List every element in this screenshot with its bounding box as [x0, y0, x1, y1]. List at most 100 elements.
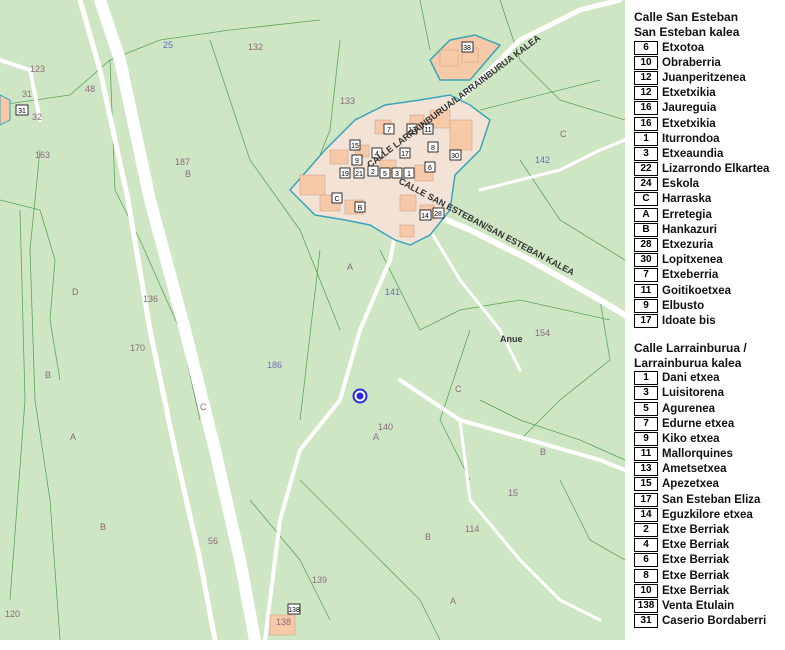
- legend-item-name: Etxe Berriak: [662, 554, 730, 567]
- svg-text:5: 5: [383, 171, 387, 178]
- legend-section-larrainburua: Calle Larrainburua / Larrainburua kalea …: [634, 341, 784, 629]
- parcel-label: 48: [85, 84, 95, 94]
- house-number-box: 7: [383, 123, 395, 135]
- legend-item: 14 Eguzkilore etxea: [634, 507, 784, 522]
- legend-item: 22 Lizarrondo Elkartea: [634, 162, 784, 177]
- legend-item-number: 7: [634, 268, 658, 283]
- legend-item-number: 8: [634, 568, 658, 583]
- parcel-label: B: [185, 169, 191, 179]
- legend-item-number: 16: [634, 116, 658, 131]
- legend-item-name: Mallorquines: [662, 448, 733, 461]
- house-number-box: 138: [287, 603, 301, 615]
- legend-item-name: Dani etxea: [662, 372, 720, 385]
- legend-item-number: 1: [634, 371, 658, 386]
- legend-item: 11 Mallorquines: [634, 447, 784, 462]
- legend-item: 15 Apezetxea: [634, 477, 784, 492]
- legend-item-number: 17: [634, 492, 658, 507]
- parcel-label: C: [560, 129, 567, 139]
- legend-item: 4 Etxe Berriak: [634, 538, 784, 553]
- svg-text:9: 9: [355, 158, 359, 165]
- map-canvas: 4 7 13 11 15 9 17 2 5 3 1 19 21 8 6 30 2…: [0, 0, 625, 640]
- legend-item-number: 12: [634, 86, 658, 101]
- parcel-label: 56: [208, 536, 218, 546]
- legend-item: 8 Etxe Berriak: [634, 568, 784, 583]
- svg-text:31: 31: [18, 108, 26, 115]
- legend-item-name: Jaureguia: [662, 102, 717, 115]
- legend-item: 7 Etxeberria: [634, 268, 784, 283]
- legend-item-number: 11: [634, 447, 658, 462]
- parcel-label: 154: [535, 328, 550, 338]
- house-number-box: 17: [399, 147, 411, 159]
- map-background: [0, 0, 625, 640]
- legend-item-name: Venta Etulain: [662, 599, 735, 612]
- legend-item-number: 30: [634, 253, 658, 268]
- legend-item-number: 13: [634, 462, 658, 477]
- legend-item-number: 15: [634, 477, 658, 492]
- parcel-label: 142: [535, 155, 550, 165]
- parcel-label: 139: [312, 575, 327, 585]
- legend-item-name: Etxezuria: [662, 239, 714, 252]
- legend-item-name: Lizarrondo Elkartea: [662, 163, 770, 176]
- legend-item-name: Etxetxikia: [662, 87, 716, 100]
- legend-item-number: 16: [634, 101, 658, 116]
- parcel-label: A: [450, 596, 456, 606]
- legend-item: 17 Idoate bis: [634, 313, 784, 328]
- legend-item-number: 6: [634, 553, 658, 568]
- legend-item: 16 Etxetxikia: [634, 116, 784, 131]
- legend-item: 16 Jaureguia: [634, 101, 784, 116]
- house-number-box: C: [331, 192, 343, 204]
- legend-item-name: Lopitxenea: [662, 254, 723, 267]
- legend-item: 3 Luisitorena: [634, 386, 784, 401]
- legend-item-name: Juanperitzenea: [662, 71, 746, 84]
- house-number-box: 21: [353, 167, 365, 179]
- legend-item-number: 2: [634, 523, 658, 538]
- legend-item-name: Etxeaundia: [662, 147, 724, 160]
- house-number-box: 9: [351, 154, 363, 166]
- legend-item-name: Etxotoa: [662, 41, 705, 54]
- svg-text:15: 15: [351, 143, 359, 150]
- legend-item-number: 24: [634, 177, 658, 192]
- location-marker-icon[interactable]: [352, 388, 368, 404]
- legend-item-number: 9: [634, 431, 658, 446]
- parcel-label: B: [100, 522, 106, 532]
- cadastral-map[interactable]: 4 7 13 11 15 9 17 2 5 3 1 19 21 8 6 30 2…: [0, 0, 625, 640]
- legend-item: 6 Etxotoa: [634, 40, 784, 55]
- legend-item: 1 Iturrondoa: [634, 131, 784, 146]
- legend-item-name: Idoate bis: [662, 314, 716, 327]
- legend-item-number: 9: [634, 298, 658, 313]
- legend-item-name: Elbusto: [662, 299, 705, 312]
- legend-item: 11 Goitikoetxea: [634, 283, 784, 298]
- legend-item: 10 Obraberria: [634, 55, 784, 70]
- svg-text:2: 2: [371, 169, 375, 176]
- svg-text:1: 1: [407, 171, 411, 178]
- house-number-box: 15: [349, 139, 361, 151]
- legend-item-name: Ametsetxea: [662, 463, 727, 476]
- svg-text:8: 8: [431, 145, 435, 152]
- parcel-label: 140: [378, 422, 393, 432]
- legend-item: 12 Juanperitzenea: [634, 70, 784, 85]
- legend-item-name: Etxetxikia: [662, 117, 716, 130]
- parcel-label: C: [200, 402, 207, 412]
- legend-item-name: Caserio Bordaberri: [662, 615, 767, 628]
- parcel-label: 186: [267, 360, 282, 370]
- svg-text:14: 14: [421, 213, 429, 220]
- parcel-label: 15: [508, 488, 518, 498]
- legend-item-name: Apezetxea: [662, 478, 719, 491]
- parcel-label: 187: [175, 157, 190, 167]
- parcel-label: B: [425, 532, 431, 542]
- parcel-label: 114: [465, 524, 479, 534]
- legend-item-number: 3: [634, 386, 658, 401]
- legend-item-name: Luisitorena: [662, 387, 724, 400]
- legend-item-number: B: [634, 222, 658, 237]
- parcel-label: A: [373, 432, 379, 442]
- svg-text:38: 38: [463, 45, 471, 52]
- svg-text:28: 28: [434, 211, 442, 218]
- legend-item-name: Eskola: [662, 178, 700, 191]
- legend-item-name: Kiko etxea: [662, 432, 720, 445]
- legend-item-number: 5: [634, 401, 658, 416]
- legend-item-name: Agurenea: [662, 402, 716, 415]
- house-number-box: 1: [403, 167, 415, 179]
- legend-item: 7 Edurne etxea: [634, 416, 784, 431]
- house-number-box: 6: [424, 161, 436, 173]
- legend-item-number: 138: [634, 598, 658, 613]
